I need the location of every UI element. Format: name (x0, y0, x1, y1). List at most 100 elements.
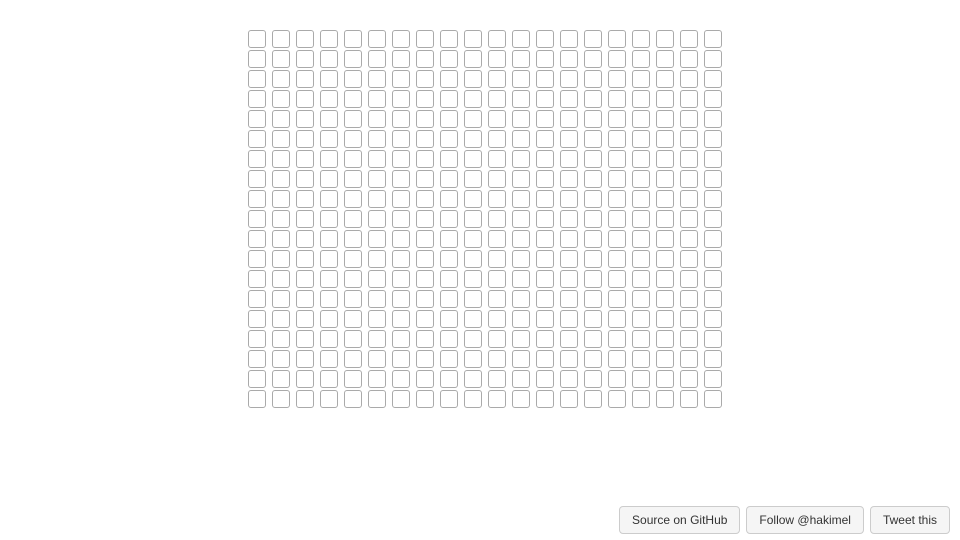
github-button[interactable]: Source on GitHub (619, 506, 740, 534)
checkbox-item[interactable] (416, 170, 434, 188)
checkbox-item[interactable] (296, 330, 314, 348)
checkbox-item[interactable] (248, 390, 266, 408)
checkbox-item[interactable] (704, 170, 722, 188)
checkbox-item[interactable] (584, 30, 602, 48)
checkbox-item[interactable] (392, 210, 410, 228)
checkbox-item[interactable] (680, 370, 698, 388)
checkbox-item[interactable] (656, 270, 674, 288)
checkbox-item[interactable] (392, 70, 410, 88)
checkbox-item[interactable] (248, 270, 266, 288)
checkbox-item[interactable] (296, 50, 314, 68)
checkbox-item[interactable] (560, 130, 578, 148)
checkbox-item[interactable] (608, 370, 626, 388)
checkbox-item[interactable] (344, 230, 362, 248)
checkbox-item[interactable] (680, 350, 698, 368)
checkbox-item[interactable] (536, 310, 554, 328)
checkbox-item[interactable] (704, 210, 722, 228)
checkbox-item[interactable] (536, 270, 554, 288)
checkbox-item[interactable] (464, 230, 482, 248)
checkbox-item[interactable] (320, 390, 338, 408)
checkbox-item[interactable] (392, 330, 410, 348)
checkbox-item[interactable] (488, 90, 506, 108)
checkbox-item[interactable] (608, 290, 626, 308)
checkbox-item[interactable] (656, 370, 674, 388)
checkbox-item[interactable] (296, 350, 314, 368)
checkbox-item[interactable] (392, 370, 410, 388)
checkbox-item[interactable] (656, 390, 674, 408)
checkbox-item[interactable] (344, 130, 362, 148)
checkbox-item[interactable] (680, 30, 698, 48)
checkbox-item[interactable] (440, 210, 458, 228)
checkbox-item[interactable] (368, 370, 386, 388)
checkbox-item[interactable] (608, 330, 626, 348)
checkbox-item[interactable] (368, 390, 386, 408)
checkbox-item[interactable] (368, 350, 386, 368)
checkbox-item[interactable] (464, 350, 482, 368)
checkbox-item[interactable] (248, 90, 266, 108)
checkbox-item[interactable] (536, 130, 554, 148)
checkbox-item[interactable] (248, 30, 266, 48)
checkbox-item[interactable] (296, 230, 314, 248)
checkbox-item[interactable] (416, 130, 434, 148)
checkbox-item[interactable] (584, 190, 602, 208)
checkbox-item[interactable] (272, 310, 290, 328)
checkbox-item[interactable] (512, 70, 530, 88)
checkbox-item[interactable] (560, 310, 578, 328)
checkbox-item[interactable] (296, 90, 314, 108)
checkbox-item[interactable] (560, 350, 578, 368)
checkbox-item[interactable] (272, 170, 290, 188)
checkbox-item[interactable] (512, 170, 530, 188)
checkbox-item[interactable] (464, 370, 482, 388)
checkbox-item[interactable] (560, 190, 578, 208)
checkbox-item[interactable] (560, 30, 578, 48)
checkbox-item[interactable] (344, 330, 362, 348)
checkbox-item[interactable] (536, 70, 554, 88)
checkbox-item[interactable] (272, 330, 290, 348)
checkbox-item[interactable] (560, 370, 578, 388)
checkbox-item[interactable] (272, 230, 290, 248)
checkbox-item[interactable] (440, 250, 458, 268)
checkbox-item[interactable] (488, 210, 506, 228)
checkbox-item[interactable] (320, 90, 338, 108)
checkbox-item[interactable] (512, 330, 530, 348)
checkbox-item[interactable] (296, 310, 314, 328)
checkbox-item[interactable] (608, 230, 626, 248)
checkbox-item[interactable] (464, 150, 482, 168)
checkbox-item[interactable] (248, 190, 266, 208)
checkbox-item[interactable] (608, 70, 626, 88)
checkbox-item[interactable] (320, 50, 338, 68)
checkbox-item[interactable] (464, 70, 482, 88)
checkbox-item[interactable] (680, 150, 698, 168)
checkbox-item[interactable] (512, 130, 530, 148)
checkbox-item[interactable] (608, 90, 626, 108)
checkbox-item[interactable] (368, 190, 386, 208)
checkbox-item[interactable] (656, 290, 674, 308)
checkbox-item[interactable] (320, 370, 338, 388)
checkbox-item[interactable] (248, 70, 266, 88)
checkbox-item[interactable] (536, 150, 554, 168)
checkbox-item[interactable] (440, 90, 458, 108)
checkbox-item[interactable] (368, 70, 386, 88)
checkbox-item[interactable] (608, 350, 626, 368)
checkbox-item[interactable] (416, 270, 434, 288)
checkbox-item[interactable] (536, 350, 554, 368)
checkbox-item[interactable] (632, 210, 650, 228)
checkbox-item[interactable] (536, 190, 554, 208)
checkbox-item[interactable] (536, 230, 554, 248)
checkbox-item[interactable] (320, 270, 338, 288)
checkbox-item[interactable] (656, 50, 674, 68)
checkbox-item[interactable] (440, 230, 458, 248)
checkbox-item[interactable] (248, 350, 266, 368)
checkbox-item[interactable] (608, 250, 626, 268)
checkbox-item[interactable] (368, 110, 386, 128)
checkbox-item[interactable] (704, 370, 722, 388)
follow-button[interactable]: Follow @hakimel (746, 506, 864, 534)
checkbox-item[interactable] (344, 390, 362, 408)
checkbox-item[interactable] (680, 90, 698, 108)
checkbox-item[interactable] (488, 150, 506, 168)
checkbox-item[interactable] (392, 230, 410, 248)
checkbox-item[interactable] (632, 290, 650, 308)
checkbox-item[interactable] (440, 350, 458, 368)
checkbox-item[interactable] (680, 210, 698, 228)
checkbox-item[interactable] (680, 250, 698, 268)
